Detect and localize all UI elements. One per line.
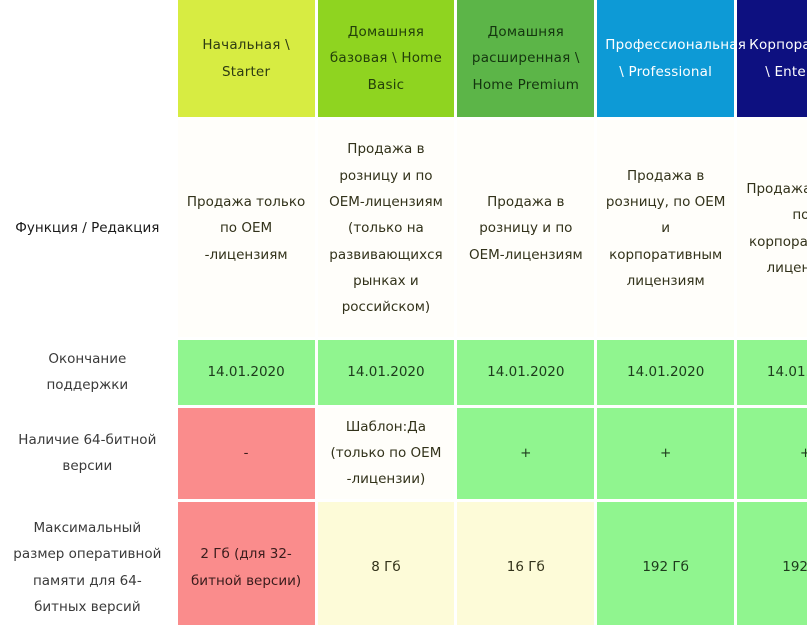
column-header-enterprise: Корпоративная \ Enterprise — [737, 0, 807, 117]
table-row-max-ram: Максимальный размер оперативной памяти д… — [0, 501, 807, 625]
table-body: Функция / Редакция Продажа только по OEM… — [0, 120, 807, 625]
row-label-max-ram: Максимальный размер оперативной памяти д… — [0, 501, 175, 625]
cell-ram-enterprise: 192 Гб — [737, 501, 807, 625]
row-label-function-edition: Функция / Редакция — [0, 120, 175, 337]
cell-64bit-home-basic: Шаблон:Да (только по OEM -лицензии) — [317, 407, 455, 499]
comparison-table-container: Начальная \ Starter Домашняя базовая \ H… — [0, 0, 807, 625]
column-header-starter: Начальная \ Starter — [177, 0, 315, 117]
cell-support-enterprise: 14.01.2020 — [737, 340, 807, 405]
cell-support-home-premium: 14.01.2020 — [457, 340, 595, 405]
header-corner-blank — [0, 0, 175, 117]
column-header-home-basic: Домашняя базовая \ Home Basic — [317, 0, 455, 117]
table-header-row: Начальная \ Starter Домашняя базовая \ H… — [0, 0, 807, 117]
cell-64bit-home-premium: + — [457, 407, 595, 499]
row-label-support-end: Окончание поддержки — [0, 340, 175, 405]
cell-sales-professional: Продажа в розницу, по OEM и корпоративны… — [597, 120, 735, 337]
cell-ram-starter: 2 Гб (для 32-битной версии) — [177, 501, 315, 625]
cell-ram-professional: 192 Гб — [597, 501, 735, 625]
editions-comparison-table: Начальная \ Starter Домашняя базовая \ H… — [0, 0, 807, 625]
table-row-64bit-availability: Наличие 64-битной версии - Шаблон:Да (то… — [0, 407, 807, 499]
cell-sales-home-basic: Продажа в розницу и по OEM-лицензиям (то… — [317, 120, 455, 337]
cell-sales-starter: Продажа только по OEM -лицензиям — [177, 120, 315, 337]
column-header-professional: Профессиональная \ Professional — [597, 0, 746, 117]
cell-sales-home-premium: Продажа в розницу и по OEM-лицензиям — [457, 120, 595, 337]
cell-64bit-starter: - — [177, 407, 315, 499]
row-label-64bit-availability: Наличие 64-битной версии — [0, 407, 175, 499]
table-row-support-end: Окончание поддержки 14.01.2020 14.01.202… — [0, 340, 807, 405]
cell-64bit-professional: + — [597, 407, 735, 499]
cell-ram-home-premium: 16 Гб — [457, 501, 595, 625]
cell-support-starter: 14.01.2020 — [177, 340, 315, 405]
cell-support-professional: 14.01.2020 — [597, 340, 735, 405]
table-row-sales-channel: Функция / Редакция Продажа только по OEM… — [0, 120, 807, 337]
cell-64bit-enterprise: + — [737, 407, 807, 499]
cell-ram-home-basic: 8 Гб — [317, 501, 455, 625]
table-header: Начальная \ Starter Домашняя базовая \ H… — [0, 0, 807, 117]
cell-support-home-basic: 14.01.2020 — [317, 340, 455, 405]
cell-sales-enterprise: Продажа только под корпоративным лицензи… — [737, 120, 807, 337]
column-header-home-premium: Домашняя расширенная \ Home Premium — [457, 0, 595, 117]
